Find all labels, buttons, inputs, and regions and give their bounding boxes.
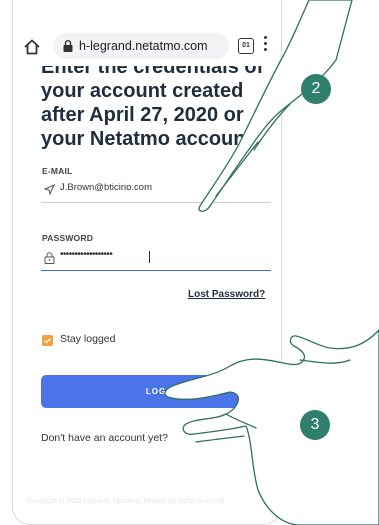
login-button[interactable]: LOG: [41, 375, 271, 408]
address-bar[interactable]: h-legrand.netatmo.com: [53, 33, 229, 59]
password-field[interactable]: ••••••••••••••••••: [60, 249, 113, 260]
password-field-underline: [41, 270, 271, 271]
send-icon: [44, 184, 55, 195]
step-3-badge: 3: [300, 410, 330, 440]
browser-toolbar: h-legrand.netatmo.com 01: [13, 0, 281, 66]
overflow-menu-icon[interactable]: [263, 36, 269, 56]
copyright-footer: Copyright © 2020 Legrand, Netatmo, Btici…: [27, 498, 224, 505]
heading-area: Enter the credentials of your account cr…: [13, 66, 281, 150]
lock-icon: [63, 40, 73, 52]
email-field-underline: [41, 202, 271, 203]
step-2-badge: 2: [301, 74, 331, 104]
email-label: E-MAIL: [42, 166, 73, 176]
url-text: h-legrand.netatmo.com: [79, 39, 208, 53]
phone-frame: h-legrand.netatmo.com 01 Enter the crede…: [12, 0, 282, 525]
signup-link[interactable]: [209, 430, 217, 444]
text-cursor: [149, 251, 150, 263]
check-icon: [44, 338, 51, 344]
tab-switcher-button[interactable]: 01: [238, 38, 254, 54]
password-label: PASSWORD: [42, 233, 94, 243]
email-field[interactable]: J.Brown@bticino.com: [60, 182, 152, 193]
padlock-icon: [44, 252, 55, 264]
page-title: Enter the credentials of your account cr…: [41, 66, 264, 150]
stay-logged-checkbox[interactable]: [42, 335, 53, 346]
lost-password-link[interactable]: Lost Password?: [188, 289, 265, 300]
home-icon[interactable]: [23, 38, 41, 56]
signup-prompt: Don't have an account yet?: [41, 432, 168, 444]
stay-logged-label: Stay logged: [60, 333, 116, 345]
